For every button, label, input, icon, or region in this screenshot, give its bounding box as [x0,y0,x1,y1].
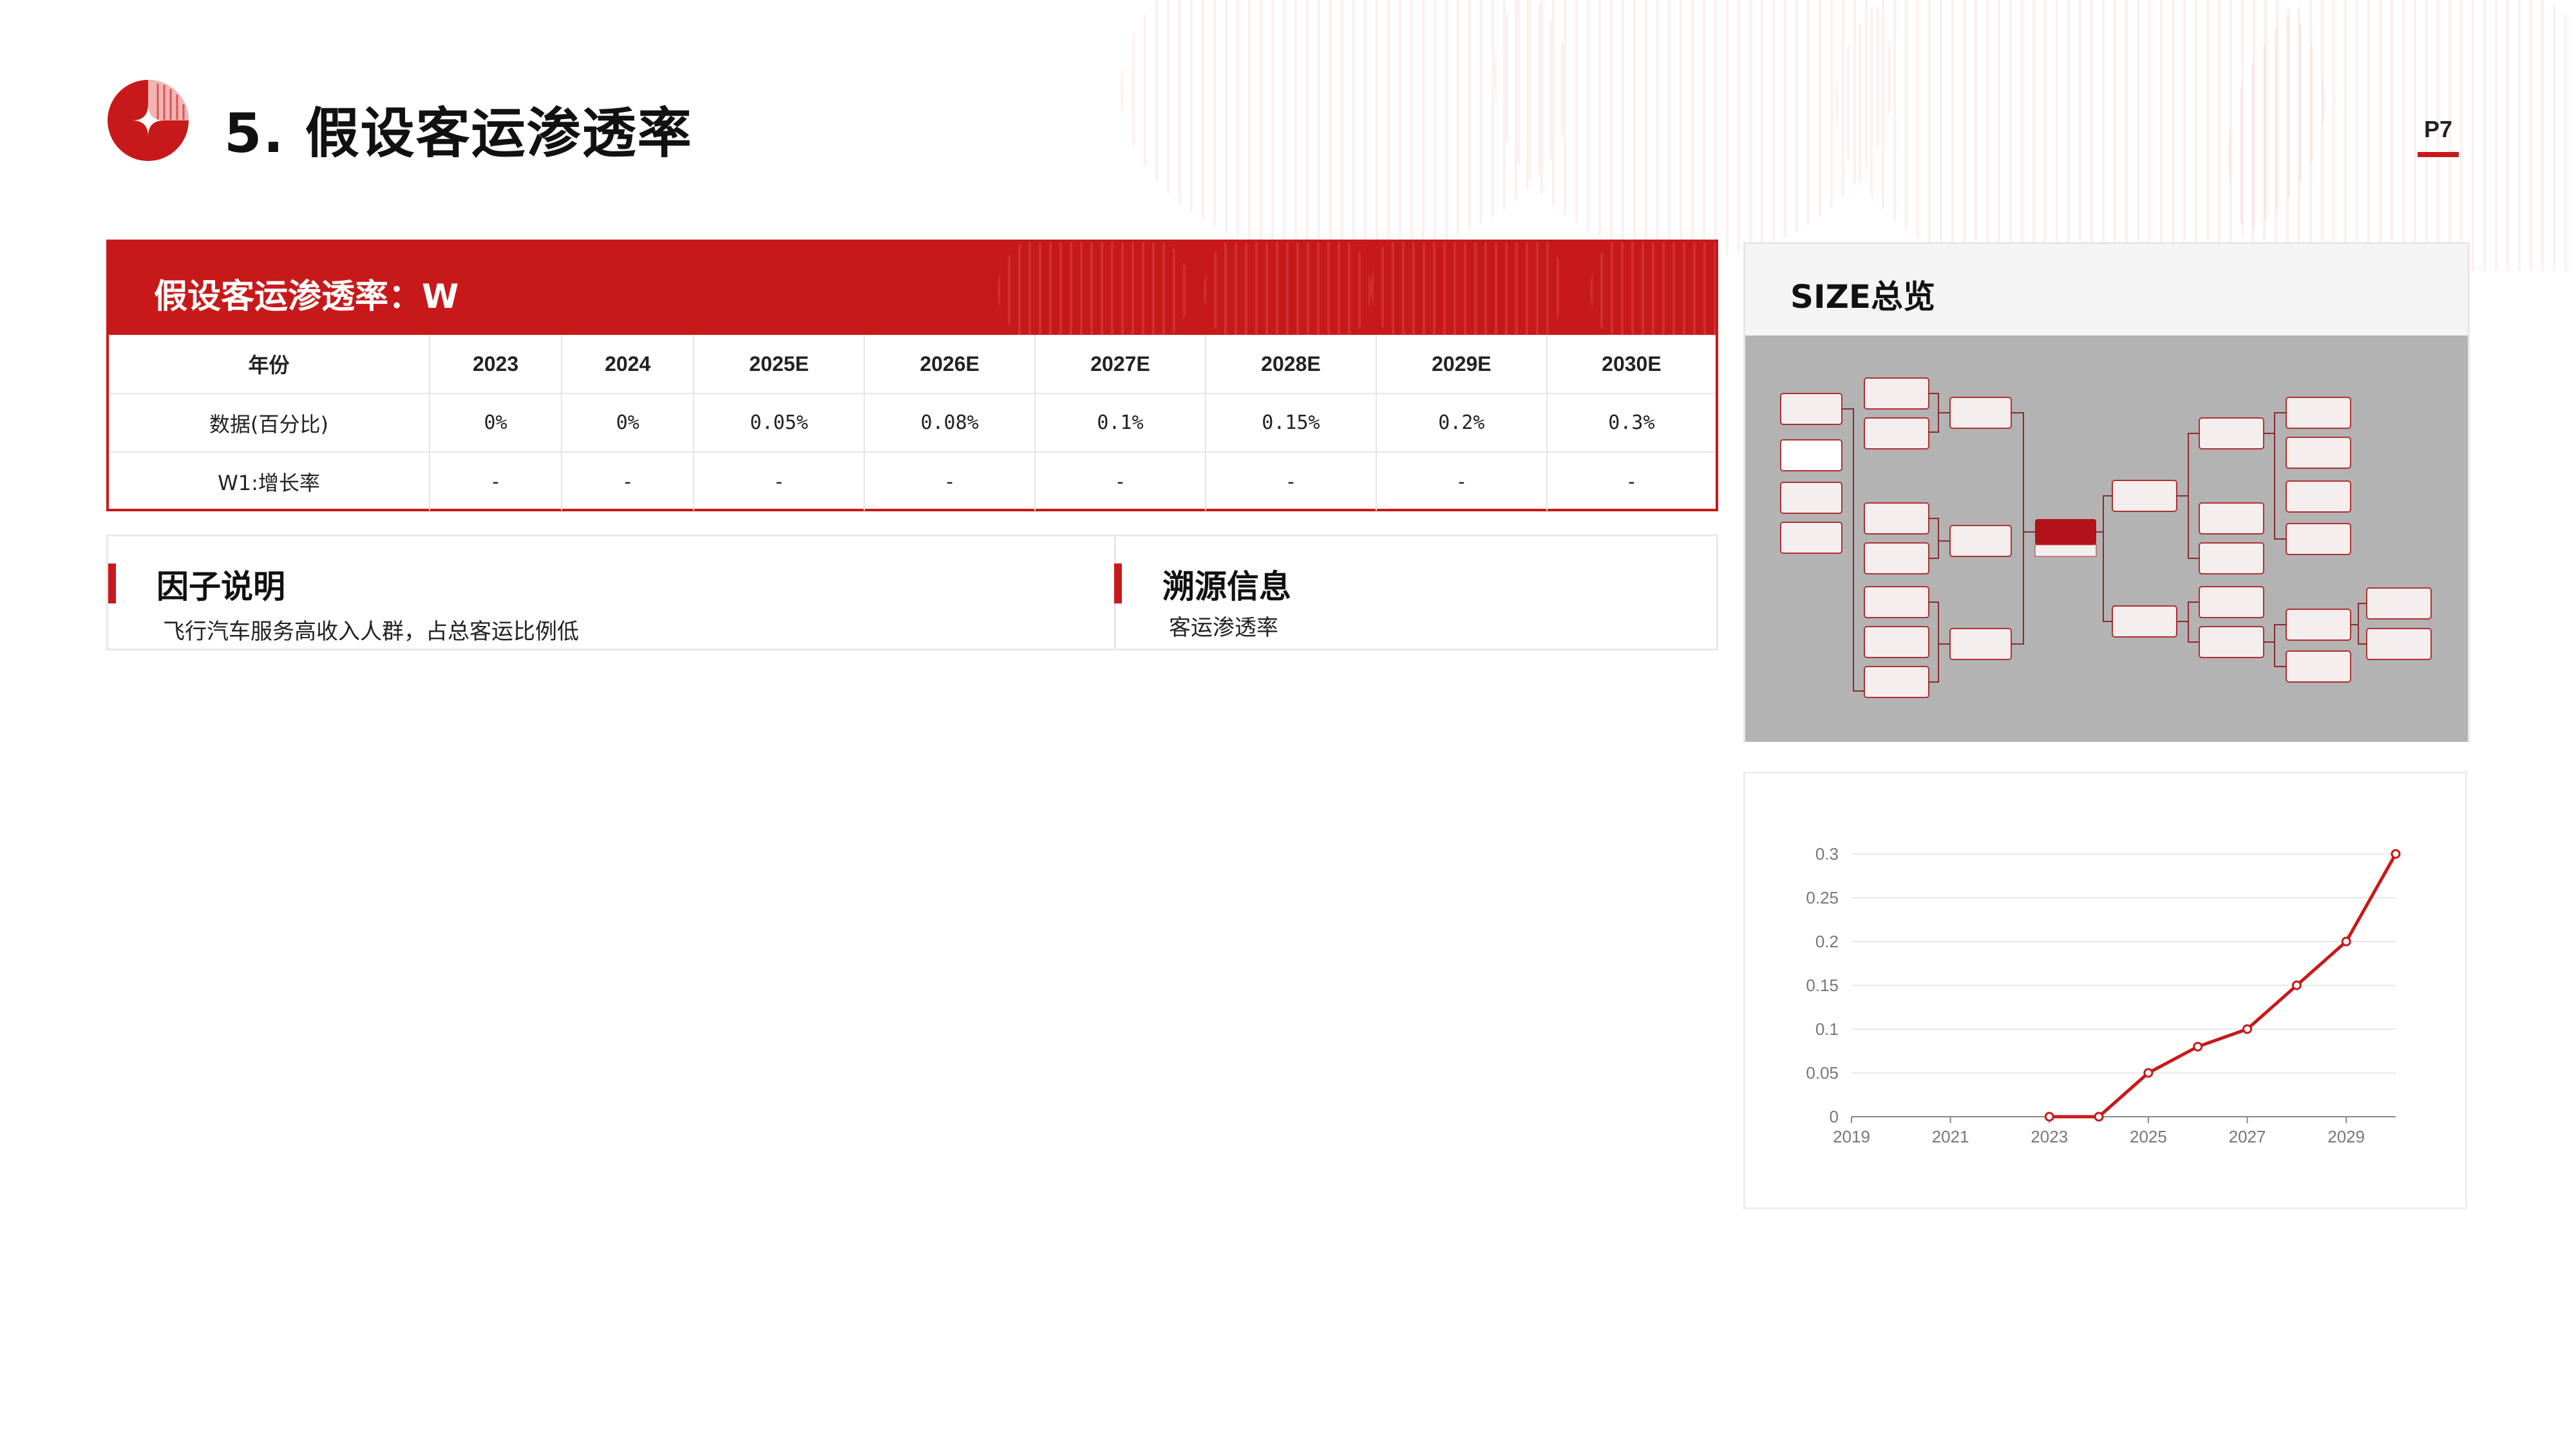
size-overview-map[interactable] [1745,336,2468,742]
table-cell: 0.08% [864,393,1036,453]
factor-marker [108,564,116,603]
y-tick-label: 0.2 [1815,932,1839,951]
table-cell: - [1625,470,1638,493]
column-header: 年份 [109,335,430,394]
column-header: 2028E [1205,335,1377,394]
table-cell: 0.1% [1035,393,1206,453]
data-point [2044,1112,2054,1122]
x-tick-label: 2025 [2130,1127,2167,1146]
row-label: 数据(百分比) [109,393,430,453]
table-cell: 0.3% [1546,393,1716,453]
penetration-table-panel: 假设客运渗透率：W 年份 2023 2024 2025E 2026E 2027E… [106,240,1718,511]
data-point [2242,1024,2253,1034]
table-cell: - [694,452,866,511]
page-number: P7 [2423,116,2453,142]
page-number-underline [2418,152,2459,157]
table-row: 数据(百分比) 0% 0% 0.05% 0.08% 0.1% 0.15% 0.2… [109,393,1716,453]
table-cell: 0.15% [1205,393,1377,453]
penetration-chart-card: 0 0.05 0.1 0.15 0.2 0.25 0.3 2019 2021 2023 2025 20… [1743,772,2467,1209]
table-cell: - [864,452,1036,511]
size-overview-title: SIZE总览 [1790,278,1936,316]
table-cell: 0.05% [694,393,866,453]
data-point [2143,1068,2154,1078]
column-header: 2025E [694,335,866,394]
data-point [2391,849,2401,859]
table-cell: 0.2% [1376,393,1548,453]
column-header: 2030E [1546,335,1716,394]
column-header: 2026E [864,335,1036,394]
table-row: W1:增长率 - - - - - - - - [109,452,1716,511]
data-point [2193,1041,2203,1052]
table-cell: - [1205,452,1377,511]
table-cell: - [1376,452,1548,511]
page-title: 5. 假设客运渗透率 [224,102,693,165]
y-tick-label: 0.05 [1806,1063,1839,1083]
source-title: 溯源信息 [1162,568,1291,605]
penetration-line-chart: 0 0.05 0.1 0.15 0.2 0.25 0.3 2019 2021 2023 2025 20… [1806,844,2401,1146]
column-header: 2029E [1376,335,1548,394]
x-tick-label: 2027 [2229,1127,2266,1146]
penetration-table: 年份 2023 2024 2025E 2026E 2027E 2028E 202… [109,335,1716,511]
column-header: 2027E [1035,335,1206,394]
row-label: W1:增长率 [109,452,430,511]
source-marker [1114,564,1122,603]
x-tick-label: 2029 [2327,1127,2365,1146]
x-tick-label: 2023 [2031,1127,2068,1146]
table-header-row: 年份 2023 2024 2025E 2026E 2027E 2028E 202… [109,335,1716,394]
x-tick-label: 2019 [1833,1127,1870,1146]
table-header-bar: 假设客运渗透率：W [109,242,1716,335]
column-header: 2023 [430,335,563,394]
info-panel: 因子说明 飞行汽车服务高收入人群，占总客运比例低 溯源信息 客运渗透率 [106,535,1718,650]
mind-map-thumbnail-icon [1780,377,2432,698]
y-tick-label: 0.1 [1815,1019,1839,1039]
y-tick-label: 0.3 [1815,844,1839,864]
y-tick-label: 0 [1830,1107,1839,1126]
data-point [2341,936,2351,947]
table-cell: 0% [562,393,695,453]
size-overview-card: SIZE总览 [1743,242,2470,742]
x-tick-label: 2021 [1932,1127,1969,1146]
table-cell: - [562,452,695,511]
data-point [2094,1112,2104,1122]
y-tick-label: 0.25 [1806,888,1839,907]
column-header: 2024 [562,335,695,394]
logo-icon [108,80,189,161]
table-cell: - [1035,452,1206,511]
data-point [2291,980,2302,990]
factor-title: 因子说明 [156,568,285,605]
source-text: 客运渗透率 [1169,615,1278,641]
table-title: 假设客运渗透率：W [154,278,459,316]
background-decoration [1095,0,2576,270]
y-tick-label: 0.15 [1806,976,1839,995]
table-cell: - [430,452,563,511]
factor-text: 飞行汽车服务高收入人群，占总客运比例低 [163,619,579,645]
table-cell: 0% [430,393,563,453]
